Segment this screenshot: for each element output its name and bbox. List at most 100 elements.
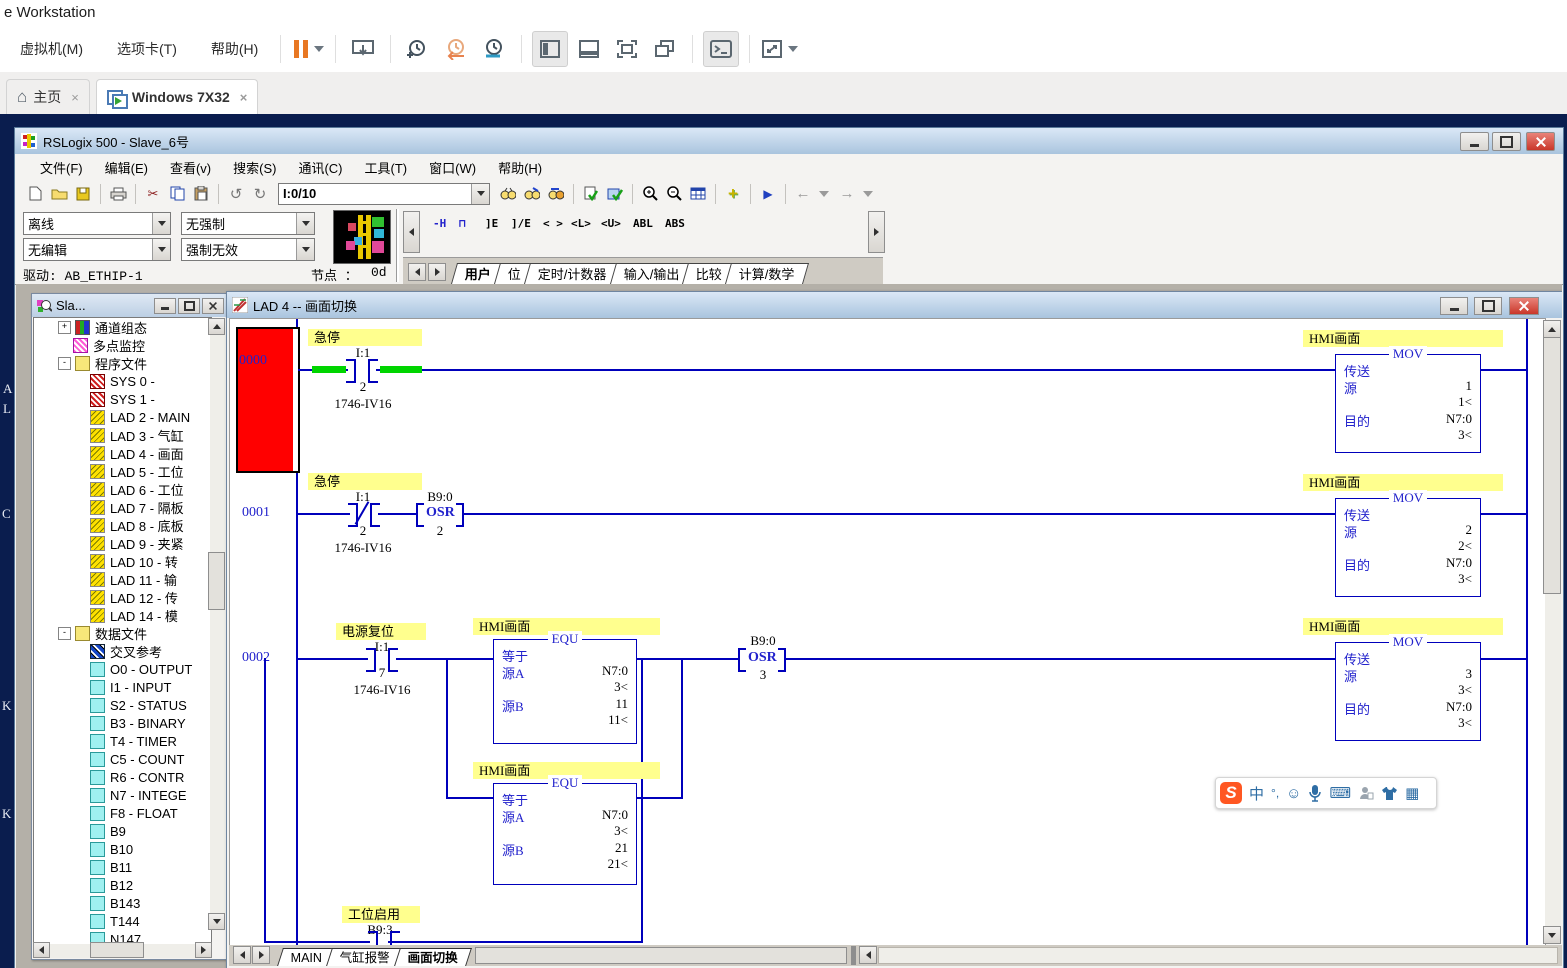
tree-item[interactable]: +通道组态 [34,318,211,336]
snapshot-manager-button[interactable] [477,32,511,66]
rung-number[interactable]: 0001 [242,505,270,521]
close-button[interactable] [1509,297,1539,315]
tree-item[interactable]: B10 [34,840,211,858]
emoji-icon[interactable]: ☺ [1286,785,1301,802]
person-icon[interactable] [1358,785,1374,801]
contact-bit[interactable]: 7 [342,665,422,681]
close-button[interactable] [1526,132,1555,151]
instruction-description[interactable]: 工位启用 [342,906,420,923]
menu-help[interactable]: 帮助(H) [197,33,272,65]
contact-bit[interactable]: 2 [323,379,403,395]
tree-item[interactable]: LAD 10 - 转 [34,552,211,570]
contact-bit[interactable]: 2 [323,523,403,539]
dest-address[interactable]: N7:0 [1446,555,1472,571]
save-button[interactable] [73,185,93,203]
palette-tab-io[interactable]: 输入/输出 [610,263,694,284]
dropdown-button[interactable] [296,213,314,234]
tree-item[interactable]: O0 - OUTPUT [34,660,211,678]
osr-bit[interactable]: 3 [723,667,803,683]
instruction-icon[interactable]: -H [433,217,446,230]
navigate-forward-button[interactable]: → [837,185,857,203]
instruction-icon[interactable]: ABS [665,217,685,230]
chevron-down-icon[interactable] [788,46,798,52]
tree-item[interactable]: R6 - CONTR [34,768,211,786]
source-value[interactable]: 2 [1466,522,1473,538]
zoom-in-button[interactable] [640,185,660,203]
equ-instruction-block[interactable]: EQU 等于 源A N7:0 3< 源B 21 21< [493,783,637,885]
tree-item[interactable]: SYS 0 - [34,372,211,390]
send-ctrl-alt-del-button[interactable] [346,32,380,66]
scroll-up-button[interactable] [208,318,225,335]
instruction-description[interactable]: 急停 [308,473,422,490]
tab-scroll-left-button[interactable] [408,263,426,281]
tree-titlebar[interactable]: Sla... [32,294,226,317]
chevron-down-icon[interactable] [314,46,324,52]
instruction-icon[interactable]: <U> [601,217,621,230]
instruction-icon[interactable]: <L> [571,217,591,230]
unity-mode-button[interactable] [648,32,682,66]
scroll-down-button[interactable] [1543,926,1561,944]
redo-button[interactable]: ↻ [250,185,270,203]
edits-combobox[interactable]: 无编辑 [23,238,171,261]
tree-item[interactable]: -数据文件 [34,624,211,642]
tree-item[interactable]: LAD 3 - 气缸 [34,426,211,444]
menu-vm[interactable]: 虚拟机(M) [6,33,97,65]
replace-button[interactable] [546,185,566,203]
tab-scroll-right-button[interactable] [252,946,270,964]
minimize-button[interactable] [154,298,176,314]
scrollbar-thumb[interactable] [90,942,144,958]
scrollbar-thumb[interactable] [1543,337,1561,594]
take-snapshot-button[interactable] [401,32,435,66]
tree-item[interactable]: LAD 6 - 工位 [34,480,211,498]
instruction-icon[interactable]: ABL [633,217,653,230]
menu-view[interactable]: 查看(v) [159,154,222,181]
close-tab-icon[interactable]: × [240,90,248,105]
fullscreen-button[interactable] [610,32,644,66]
scroll-left-button[interactable] [33,942,50,958]
shirt-skin-icon[interactable] [1381,786,1398,801]
show-library-button[interactable] [532,31,568,67]
tree-item[interactable]: LAD 8 - 底板 [34,516,211,534]
undo-button[interactable]: ↺ [226,185,246,203]
properties-grid-button[interactable] [688,185,708,203]
osr-bit[interactable]: 2 [400,523,480,539]
palette-scroll-left-button[interactable] [403,211,420,253]
address-combobox[interactable]: I:0/10 [278,183,490,205]
menu-search[interactable]: 搜索(S) [222,154,287,181]
tree-item[interactable]: LAD 2 - MAIN [34,408,211,426]
pause-button[interactable] [291,32,325,66]
tree-item[interactable]: S2 - STATUS [34,696,211,714]
tree-item[interactable]: LAD 5 - 工位 [34,462,211,480]
instruction-icon[interactable]: ]E [485,217,498,230]
punctuation-icon[interactable]: °, [1271,786,1279,800]
tree-item[interactable]: 多点监控 [34,336,211,354]
keyboard-icon[interactable]: ⌨ [1329,784,1351,802]
contact-address[interactable]: B9:3 [340,922,420,938]
source-b-value[interactable]: 11 [615,696,628,712]
tree-expand-toggle[interactable]: - [58,627,71,640]
sogou-ime-bar[interactable]: S 中 °, ☺ ⌨ ▦ [1215,777,1437,809]
instruction-description[interactable]: 电源复位 [336,623,426,640]
menu-tabs[interactable]: 选项卡(T) [103,33,191,65]
back-history-caret[interactable] [819,191,829,197]
navigate-back-button[interactable]: ← [793,185,813,203]
horizontal-scrollbar[interactable] [878,947,1558,964]
source-value[interactable]: 1 [1466,378,1473,394]
menu-tools[interactable]: 工具(T) [354,154,419,181]
mode-combobox[interactable]: 离线 [23,212,171,235]
palette-tab-math[interactable]: 计算/数学 [725,263,809,284]
verify-project-button[interactable] [605,185,625,203]
menu-file[interactable]: 文件(F) [29,154,94,181]
tree-item[interactable]: I1 - INPUT [34,678,211,696]
forces-combobox[interactable]: 无强制 [181,212,315,235]
instruction-icon[interactable]: ]/E [511,217,531,230]
source-value[interactable]: 3 [1466,666,1473,682]
minimize-button[interactable] [1440,297,1468,315]
pane-splitter[interactable] [851,946,856,965]
tree-item[interactable]: T4 - TIMER [34,732,211,750]
source-b-value[interactable]: 21 [615,840,628,856]
close-tab-icon[interactable]: × [71,90,79,105]
stretch-guest-button[interactable] [760,32,798,66]
tree-item[interactable]: LAD 11 - 输 [34,570,211,588]
forward-history-caret[interactable] [863,191,873,197]
